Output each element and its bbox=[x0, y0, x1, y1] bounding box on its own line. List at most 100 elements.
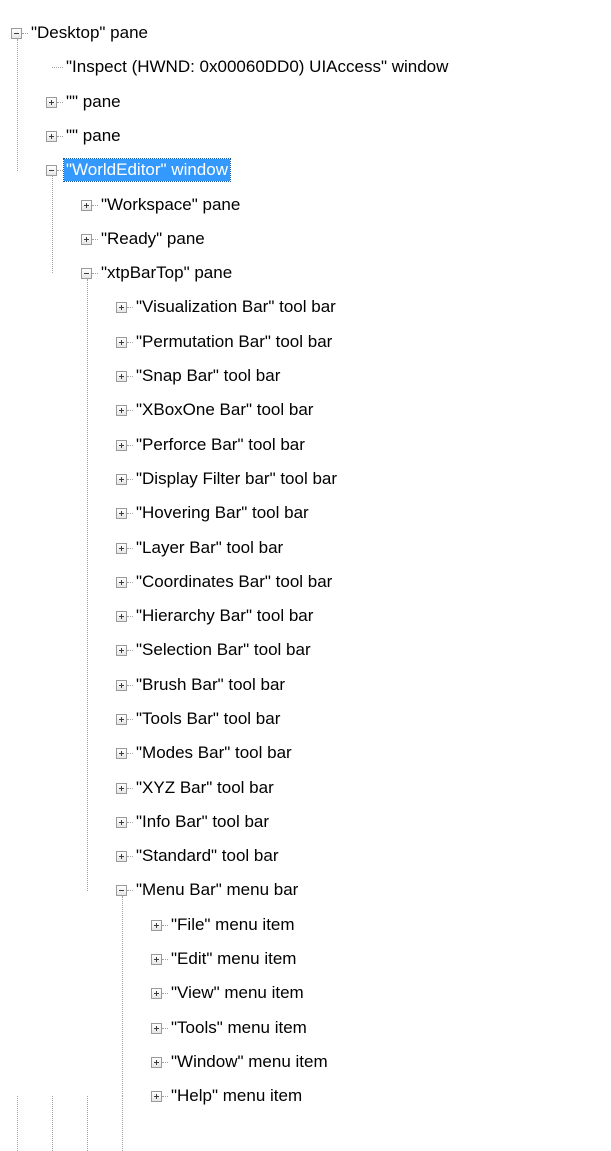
tree-node-label[interactable]: "Menu Bar" menu bar bbox=[134, 879, 300, 901]
tree-node-label[interactable]: "Tools" menu item bbox=[169, 1017, 309, 1039]
inspect-tree-view[interactable]: "Desktop" pane "Inspect (HWND: 0x00060DD0… bbox=[0, 0, 611, 1151]
tree-node-label[interactable]: "Hovering Bar" tool bar bbox=[134, 502, 311, 524]
expand-plus-icon[interactable] bbox=[151, 919, 162, 931]
expand-plus-icon[interactable] bbox=[151, 953, 162, 965]
expand-plus-icon[interactable] bbox=[116, 850, 127, 862]
tree-node-label[interactable]: "Edit" menu item bbox=[169, 948, 298, 970]
expand-plus-icon[interactable] bbox=[116, 816, 127, 828]
tree-node-label[interactable]: "Workspace" pane bbox=[99, 194, 242, 216]
tree-node-label[interactable]: "Modes Bar" tool bar bbox=[134, 742, 294, 764]
collapse-minus-icon[interactable] bbox=[46, 164, 57, 176]
tree-node-pane[interactable]: "" pane bbox=[46, 122, 123, 150]
tree-node-label[interactable]: "Help" menu item bbox=[169, 1085, 304, 1107]
expand-plus-icon[interactable] bbox=[116, 644, 127, 656]
tree-node-view-menu-item[interactable]: "View" menu item bbox=[151, 979, 306, 1007]
collapse-minus-icon[interactable] bbox=[11, 27, 22, 39]
expand-plus-icon[interactable] bbox=[116, 679, 127, 691]
tree-node-label[interactable]: "Desktop" pane bbox=[29, 22, 150, 44]
tree-node-label[interactable]: "Standard" tool bar bbox=[134, 845, 281, 867]
tree-branch-connector bbox=[52, 66, 63, 68]
tree-node-tools-bar-tool-bar[interactable]: "Tools Bar" tool bar bbox=[116, 705, 282, 733]
tree-node-xyz-bar-tool-bar[interactable]: "XYZ Bar" tool bar bbox=[116, 774, 276, 802]
tree-node-label[interactable]: "Coordinates Bar" tool bar bbox=[134, 571, 334, 593]
expand-plus-icon[interactable] bbox=[151, 987, 162, 999]
expand-plus-icon[interactable] bbox=[116, 439, 127, 451]
tree-node-label[interactable]: "Window" menu item bbox=[169, 1051, 330, 1073]
tree-node-label[interactable]: "File" menu item bbox=[169, 914, 297, 936]
expand-plus-icon[interactable] bbox=[116, 542, 127, 554]
expand-plus-icon[interactable] bbox=[116, 301, 127, 313]
expand-plus-icon[interactable] bbox=[46, 96, 57, 108]
tree-node-snap-bar-tool-bar[interactable]: "Snap Bar" tool bar bbox=[116, 362, 282, 390]
expand-plus-icon[interactable] bbox=[116, 473, 127, 485]
tree-node-label[interactable]: "XBoxOne Bar" tool bar bbox=[134, 399, 315, 421]
expand-plus-icon[interactable] bbox=[151, 1090, 162, 1102]
tree-branch-connector bbox=[127, 547, 133, 549]
tree-node-label[interactable]: "Layer Bar" tool bar bbox=[134, 537, 285, 559]
tree-node-label[interactable]: "Inspect (HWND: 0x00060DD0) UIAccess" wi… bbox=[64, 56, 450, 78]
tree-node-info-bar-tool-bar[interactable]: "Info Bar" tool bar bbox=[116, 808, 271, 836]
tree-node-label[interactable]: "Hierarchy Bar" tool bar bbox=[134, 605, 315, 627]
tree-node-workspace-pane[interactable]: "Workspace" pane bbox=[81, 191, 242, 219]
tree-node-label[interactable]: "Tools Bar" tool bar bbox=[134, 708, 282, 730]
tree-node-label[interactable]: "Permutation Bar" tool bar bbox=[134, 331, 334, 353]
tree-node-standard-tool-bar[interactable]: "Standard" tool bar bbox=[116, 842, 281, 870]
expand-plus-icon[interactable] bbox=[116, 404, 127, 416]
tree-branch-connector bbox=[127, 821, 133, 823]
tree-node-selection-bar-tool-bar[interactable]: "Selection Bar" tool bar bbox=[116, 636, 313, 664]
expand-plus-icon[interactable] bbox=[116, 713, 127, 725]
expand-plus-icon[interactable] bbox=[116, 507, 127, 519]
expand-plus-icon[interactable] bbox=[81, 233, 92, 245]
expand-plus-icon[interactable] bbox=[116, 747, 127, 759]
tree-branch-connector bbox=[127, 444, 133, 446]
expand-plus-icon[interactable] bbox=[151, 1022, 162, 1034]
tree-node-desktop-pane[interactable]: "Desktop" pane bbox=[11, 19, 150, 47]
tree-node-label[interactable]: "Ready" pane bbox=[99, 228, 207, 250]
tree-node-label[interactable]: "XYZ Bar" tool bar bbox=[134, 777, 276, 799]
expand-plus-icon[interactable] bbox=[116, 370, 127, 382]
tree-node-visualization-bar-tool-bar[interactable]: "Visualization Bar" tool bar bbox=[116, 293, 338, 321]
collapse-minus-icon[interactable] bbox=[116, 884, 127, 896]
tree-node-help-menu-item[interactable]: "Help" menu item bbox=[151, 1082, 304, 1110]
expand-plus-icon[interactable] bbox=[116, 610, 127, 622]
tree-node-xboxone-bar-tool-bar[interactable]: "XBoxOne Bar" tool bar bbox=[116, 396, 315, 424]
tree-node-brush-bar-tool-bar[interactable]: "Brush Bar" tool bar bbox=[116, 671, 287, 699]
tree-node-layer-bar-tool-bar[interactable]: "Layer Bar" tool bar bbox=[116, 534, 285, 562]
tree-node-menu-bar-menu-bar[interactable]: "Menu Bar" menu bar bbox=[116, 876, 300, 904]
tree-node-tools-menu-item[interactable]: "Tools" menu item bbox=[151, 1014, 309, 1042]
tree-node-label[interactable]: "Snap Bar" tool bar bbox=[134, 365, 282, 387]
tree-node-file-menu-item[interactable]: "File" menu item bbox=[151, 911, 297, 939]
tree-node-label[interactable]: "Visualization Bar" tool bar bbox=[134, 296, 338, 318]
tree-node-hierarchy-bar-tool-bar[interactable]: "Hierarchy Bar" tool bar bbox=[116, 602, 315, 630]
tree-node-pane[interactable]: "" pane bbox=[46, 88, 123, 116]
tree-node-worldeditor-window[interactable]: "WorldEditor" window bbox=[46, 156, 231, 184]
tree-node-display-filter-bar-tool-bar[interactable]: "Display Filter bar" tool bar bbox=[116, 465, 339, 493]
expand-plus-icon[interactable] bbox=[81, 199, 92, 211]
tree-node-inspect-hwnd-0x00060dd0-uiaccess-window[interactable]: "Inspect (HWND: 0x00060DD0) UIAccess" wi… bbox=[46, 53, 450, 81]
expand-plus-icon[interactable] bbox=[116, 782, 127, 794]
tree-node-label[interactable]: "Brush Bar" tool bar bbox=[134, 674, 287, 696]
tree-node-perforce-bar-tool-bar[interactable]: "Perforce Bar" tool bar bbox=[116, 431, 307, 459]
tree-node-window-menu-item[interactable]: "Window" menu item bbox=[151, 1048, 330, 1076]
tree-node-modes-bar-tool-bar[interactable]: "Modes Bar" tool bar bbox=[116, 739, 294, 767]
tree-node-xtpbartop-pane[interactable]: "xtpBarTop" pane bbox=[81, 259, 234, 287]
tree-node-permutation-bar-tool-bar[interactable]: "Permutation Bar" tool bar bbox=[116, 328, 334, 356]
tree-node-edit-menu-item[interactable]: "Edit" menu item bbox=[151, 945, 298, 973]
tree-node-label[interactable]: "xtpBarTop" pane bbox=[99, 262, 234, 284]
tree-node-label[interactable]: "View" menu item bbox=[169, 982, 306, 1004]
expand-plus-icon[interactable] bbox=[116, 576, 127, 588]
tree-node-label[interactable]: "Selection Bar" tool bar bbox=[134, 639, 313, 661]
tree-node-label[interactable]: "" pane bbox=[64, 125, 123, 147]
tree-node-label[interactable]: "Display Filter bar" tool bar bbox=[134, 468, 339, 490]
tree-node-label[interactable]: "Perforce Bar" tool bar bbox=[134, 434, 307, 456]
tree-node-label[interactable]: "" pane bbox=[64, 91, 123, 113]
expand-plus-icon[interactable] bbox=[46, 130, 57, 142]
tree-node-ready-pane[interactable]: "Ready" pane bbox=[81, 225, 207, 253]
collapse-minus-icon[interactable] bbox=[81, 267, 92, 279]
tree-node-label[interactable]: "WorldEditor" window bbox=[63, 158, 231, 182]
tree-node-coordinates-bar-tool-bar[interactable]: "Coordinates Bar" tool bar bbox=[116, 568, 334, 596]
tree-node-label[interactable]: "Info Bar" tool bar bbox=[134, 811, 271, 833]
tree-node-hovering-bar-tool-bar[interactable]: "Hovering Bar" tool bar bbox=[116, 499, 311, 527]
expand-plus-icon[interactable] bbox=[116, 336, 127, 348]
expand-plus-icon[interactable] bbox=[151, 1056, 162, 1068]
